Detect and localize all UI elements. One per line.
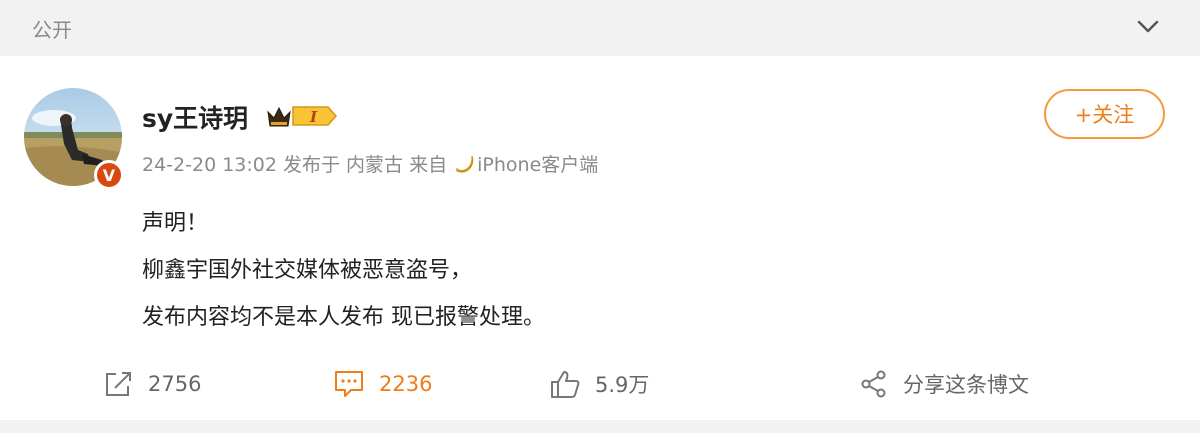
content-line: 柳鑫宇国外社交媒体被恶意盗号，	[142, 258, 473, 283]
repost-count: 2756	[148, 372, 202, 396]
content-line: 声明！	[142, 211, 209, 236]
like-button[interactable]: 5.9万	[549, 364, 649, 404]
like-count: 5.9万	[595, 373, 650, 397]
thumbs-up-icon	[551, 371, 580, 398]
follow-button[interactable]: +关注	[1044, 89, 1165, 139]
chevron-down-icon[interactable]	[1133, 14, 1163, 40]
post-source[interactable]: iPhone客户端	[477, 154, 598, 176]
comment-icon	[335, 371, 363, 397]
share-icon	[861, 370, 886, 398]
repost-button[interactable]: 2756	[104, 364, 201, 404]
source-prefix: 来自	[409, 154, 448, 176]
post-location: 发布于 内蒙古	[283, 154, 404, 176]
comment-button[interactable]: 2236	[333, 364, 432, 404]
author-name[interactable]: sy王诗玥	[142, 99, 248, 135]
visibility-label: 公开	[32, 18, 72, 42]
member-level-text: I	[309, 108, 318, 126]
comment-count: 2236	[379, 372, 433, 396]
verified-badge: V	[94, 160, 124, 190]
member-level-icon[interactable]: I	[266, 102, 338, 130]
post-content: 声明！ 柳鑫宇国外社交媒体被恶意盗号， 发布内容均不是本人发布 现已报警处理。	[142, 200, 545, 341]
post-visibility-bar: 公开	[0, 0, 1200, 56]
banana-icon	[456, 155, 474, 173]
content-line: 发布内容均不是本人发布 现已报警处理。	[142, 305, 545, 330]
share-button[interactable]: 分享这条博文	[859, 364, 1029, 404]
repost-icon	[106, 372, 131, 396]
card-separator	[0, 420, 1200, 433]
post-time[interactable]: 24-2-20 13:02	[142, 154, 277, 176]
post-meta: 24-2-20 13:02 发布于 内蒙古 来自 iPhone客户端	[142, 150, 598, 177]
share-label: 分享这条博文	[903, 373, 1029, 397]
